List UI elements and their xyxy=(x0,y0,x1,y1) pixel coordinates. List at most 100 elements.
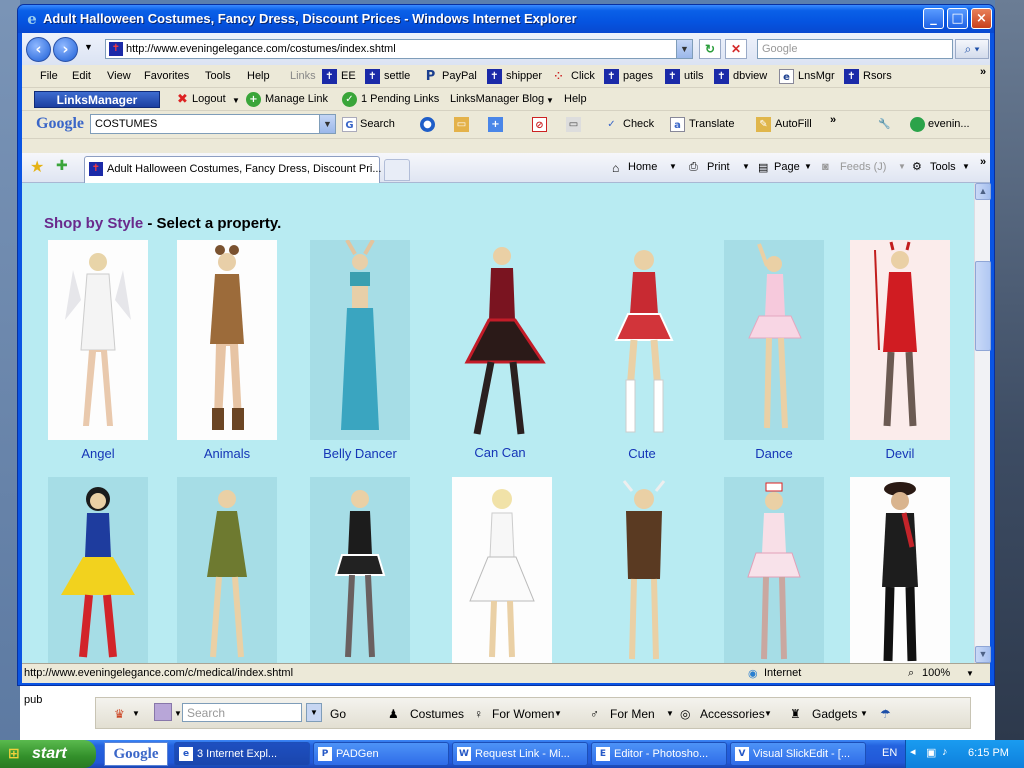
tools-button[interactable]: Tools xyxy=(930,161,956,173)
search-engine-icon[interactable] xyxy=(154,703,172,721)
page-button[interactable]: Page xyxy=(774,161,800,173)
start-button[interactable]: ⊞ start xyxy=(0,740,96,768)
costume-card-fairy[interactable] xyxy=(177,477,277,663)
google-deskbar[interactable]: Google xyxy=(104,742,168,766)
forward-button[interactable]: › xyxy=(53,37,78,62)
costume-card-viking[interactable] xyxy=(594,477,694,663)
link-paypal[interactable]: PayPal xyxy=(442,70,477,82)
search-icon[interactable]: ⌕ ▾ xyxy=(955,39,989,59)
task-request-link[interactable]: W Request Link - Mi... xyxy=(452,742,588,766)
link-utils[interactable]: utils xyxy=(684,70,704,82)
menu-edit[interactable]: Edit xyxy=(72,70,91,82)
volume-icon[interactable]: ♪ xyxy=(942,746,948,758)
page-dropdown-icon[interactable]: ▼ xyxy=(804,162,812,171)
link-settle[interactable]: settle xyxy=(384,70,410,82)
tray-expand-icon[interactable]: ◂ xyxy=(910,745,916,758)
men-dropdown-icon[interactable]: ▼ xyxy=(666,709,674,718)
wrench-icon[interactable]: 🔧 xyxy=(877,117,892,132)
back-button[interactable]: ‹ xyxy=(26,37,51,62)
scroll-down-icon[interactable]: ▼ xyxy=(975,646,991,663)
google-account-button[interactable]: evenin... xyxy=(928,118,970,130)
google-search-button[interactable]: Search xyxy=(360,118,395,130)
costume-card-can-can[interactable] xyxy=(452,240,552,440)
maximize-button[interactable]: □ xyxy=(947,8,968,29)
scroll-up-icon[interactable]: ▲ xyxy=(975,183,991,200)
translate-button[interactable]: Translate xyxy=(689,118,734,130)
close-button[interactable]: × xyxy=(971,8,992,29)
tools-dropdown-icon[interactable]: ▼ xyxy=(962,162,970,171)
style-link-animals[interactable]: Animals xyxy=(162,446,292,461)
toolbar-search-input[interactable]: Search xyxy=(182,703,302,722)
costume-card-belly-dancer[interactable] xyxy=(310,240,410,440)
costume-card-snow-white[interactable] xyxy=(48,477,148,663)
google-history-dropdown-icon[interactable]: ▼ xyxy=(319,115,335,133)
autofill-button[interactable]: AutoFill xyxy=(775,118,812,130)
link-pages[interactable]: pages xyxy=(623,70,653,82)
style-link-belly-dancer[interactable]: Belly Dancer xyxy=(295,446,425,461)
costume-card-devil[interactable] xyxy=(850,240,950,440)
for-women-button[interactable]: For Women xyxy=(492,707,554,721)
manage-link-button[interactable]: Manage Link xyxy=(265,93,328,105)
scroll-thumb[interactable] xyxy=(975,261,991,351)
logout-button[interactable]: Logout xyxy=(192,93,226,105)
check-button[interactable]: Check xyxy=(623,118,654,130)
dress-dropdown-icon[interactable]: ▼ xyxy=(132,709,140,718)
costume-card-nurse[interactable] xyxy=(724,477,824,663)
print-button[interactable]: Print xyxy=(707,161,730,173)
engine-dropdown-icon[interactable]: ▼ xyxy=(174,709,182,718)
style-link-can-can[interactable]: Can Can xyxy=(435,445,565,460)
link-shipper[interactable]: shipper xyxy=(506,70,542,82)
style-link-cute[interactable]: Cute xyxy=(577,446,707,461)
gadgets-dropdown-icon[interactable]: ▼ xyxy=(860,709,868,718)
favorites-star-icon[interactable]: ★ xyxy=(30,157,44,177)
pending-links-button[interactable]: 1 Pending Links xyxy=(361,93,439,105)
menu-file[interactable]: File xyxy=(40,70,58,82)
language-indicator[interactable]: EN xyxy=(882,747,897,759)
zoom-dropdown-icon[interactable]: ▼ xyxy=(966,669,974,678)
gadgets-button[interactable]: Gadgets xyxy=(812,707,857,721)
highlight-icon[interactable]: ▭ xyxy=(566,117,581,132)
popup-blocker-icon[interactable]: ⊘ xyxy=(532,117,547,132)
style-link-devil[interactable]: Devil xyxy=(835,446,965,461)
logout-dropdown-icon[interactable]: ▼ xyxy=(232,96,240,105)
toolbar-search-dropdown-icon[interactable]: ▼ xyxy=(306,703,322,722)
costume-card-marilyn[interactable] xyxy=(452,477,552,663)
style-link-dance[interactable]: Dance xyxy=(709,446,839,461)
costume-card-maid[interactable] xyxy=(310,477,410,663)
women-dropdown-icon[interactable]: ▼ xyxy=(554,709,562,718)
linksmanager-blog-link[interactable]: LinksManager Blog xyxy=(450,93,544,105)
costume-card-pirate[interactable] xyxy=(850,477,950,663)
costume-card-animals[interactable] xyxy=(177,240,277,440)
link-rsors[interactable]: Rsors xyxy=(863,70,892,82)
bookmark-icon[interactable]: ▭ xyxy=(454,117,469,132)
blog-dropdown-icon[interactable]: ▼ xyxy=(546,96,554,105)
link-dbview[interactable]: dbview xyxy=(733,70,767,82)
menu-help[interactable]: Help xyxy=(247,70,270,82)
weather-icon[interactable]: ☂ xyxy=(880,707,891,721)
link-lnsmgr[interactable]: LnsMgr xyxy=(798,70,835,82)
costume-card-cute[interactable] xyxy=(594,240,694,440)
clock[interactable]: 6:15 PM xyxy=(968,747,1009,759)
refresh-icon[interactable]: ↻ xyxy=(699,39,721,59)
zoom-level[interactable]: 100% xyxy=(922,667,950,679)
globe-icon[interactable]: ● xyxy=(420,117,435,132)
menu-view[interactable]: View xyxy=(107,70,131,82)
feeds-button[interactable]: Feeds (J) xyxy=(840,161,886,173)
network-icon[interactable]: ▣ xyxy=(926,746,936,759)
stop-icon[interactable]: ✕ xyxy=(725,39,747,59)
title-bar[interactable]: e Adult Halloween Costumes, Fancy Dress,… xyxy=(18,5,994,33)
home-button[interactable]: Home xyxy=(628,161,657,173)
task-slickedit[interactable]: V Visual SlickEdit - [... xyxy=(730,742,866,766)
tab-active[interactable]: ✝ Adult Halloween Costumes, Fancy Dress,… xyxy=(84,156,382,183)
address-bar[interactable]: ✝ http://www.eveningelegance.com/costume… xyxy=(105,39,693,59)
new-tab-button[interactable] xyxy=(384,159,410,181)
style-link-angel[interactable]: Angel xyxy=(33,446,163,461)
print-dropdown-icon[interactable]: ▼ xyxy=(742,162,750,171)
for-men-button[interactable]: For Men xyxy=(610,707,655,721)
chevron-more-icon[interactable]: » xyxy=(980,66,986,78)
vertical-scrollbar[interactable]: ▲ ▼ xyxy=(974,183,991,663)
home-dropdown-icon[interactable]: ▼ xyxy=(669,162,677,171)
linksmanager-help-link[interactable]: Help xyxy=(564,93,587,105)
minimize-button[interactable]: _ xyxy=(923,8,944,29)
costume-card-dance[interactable] xyxy=(724,240,824,440)
